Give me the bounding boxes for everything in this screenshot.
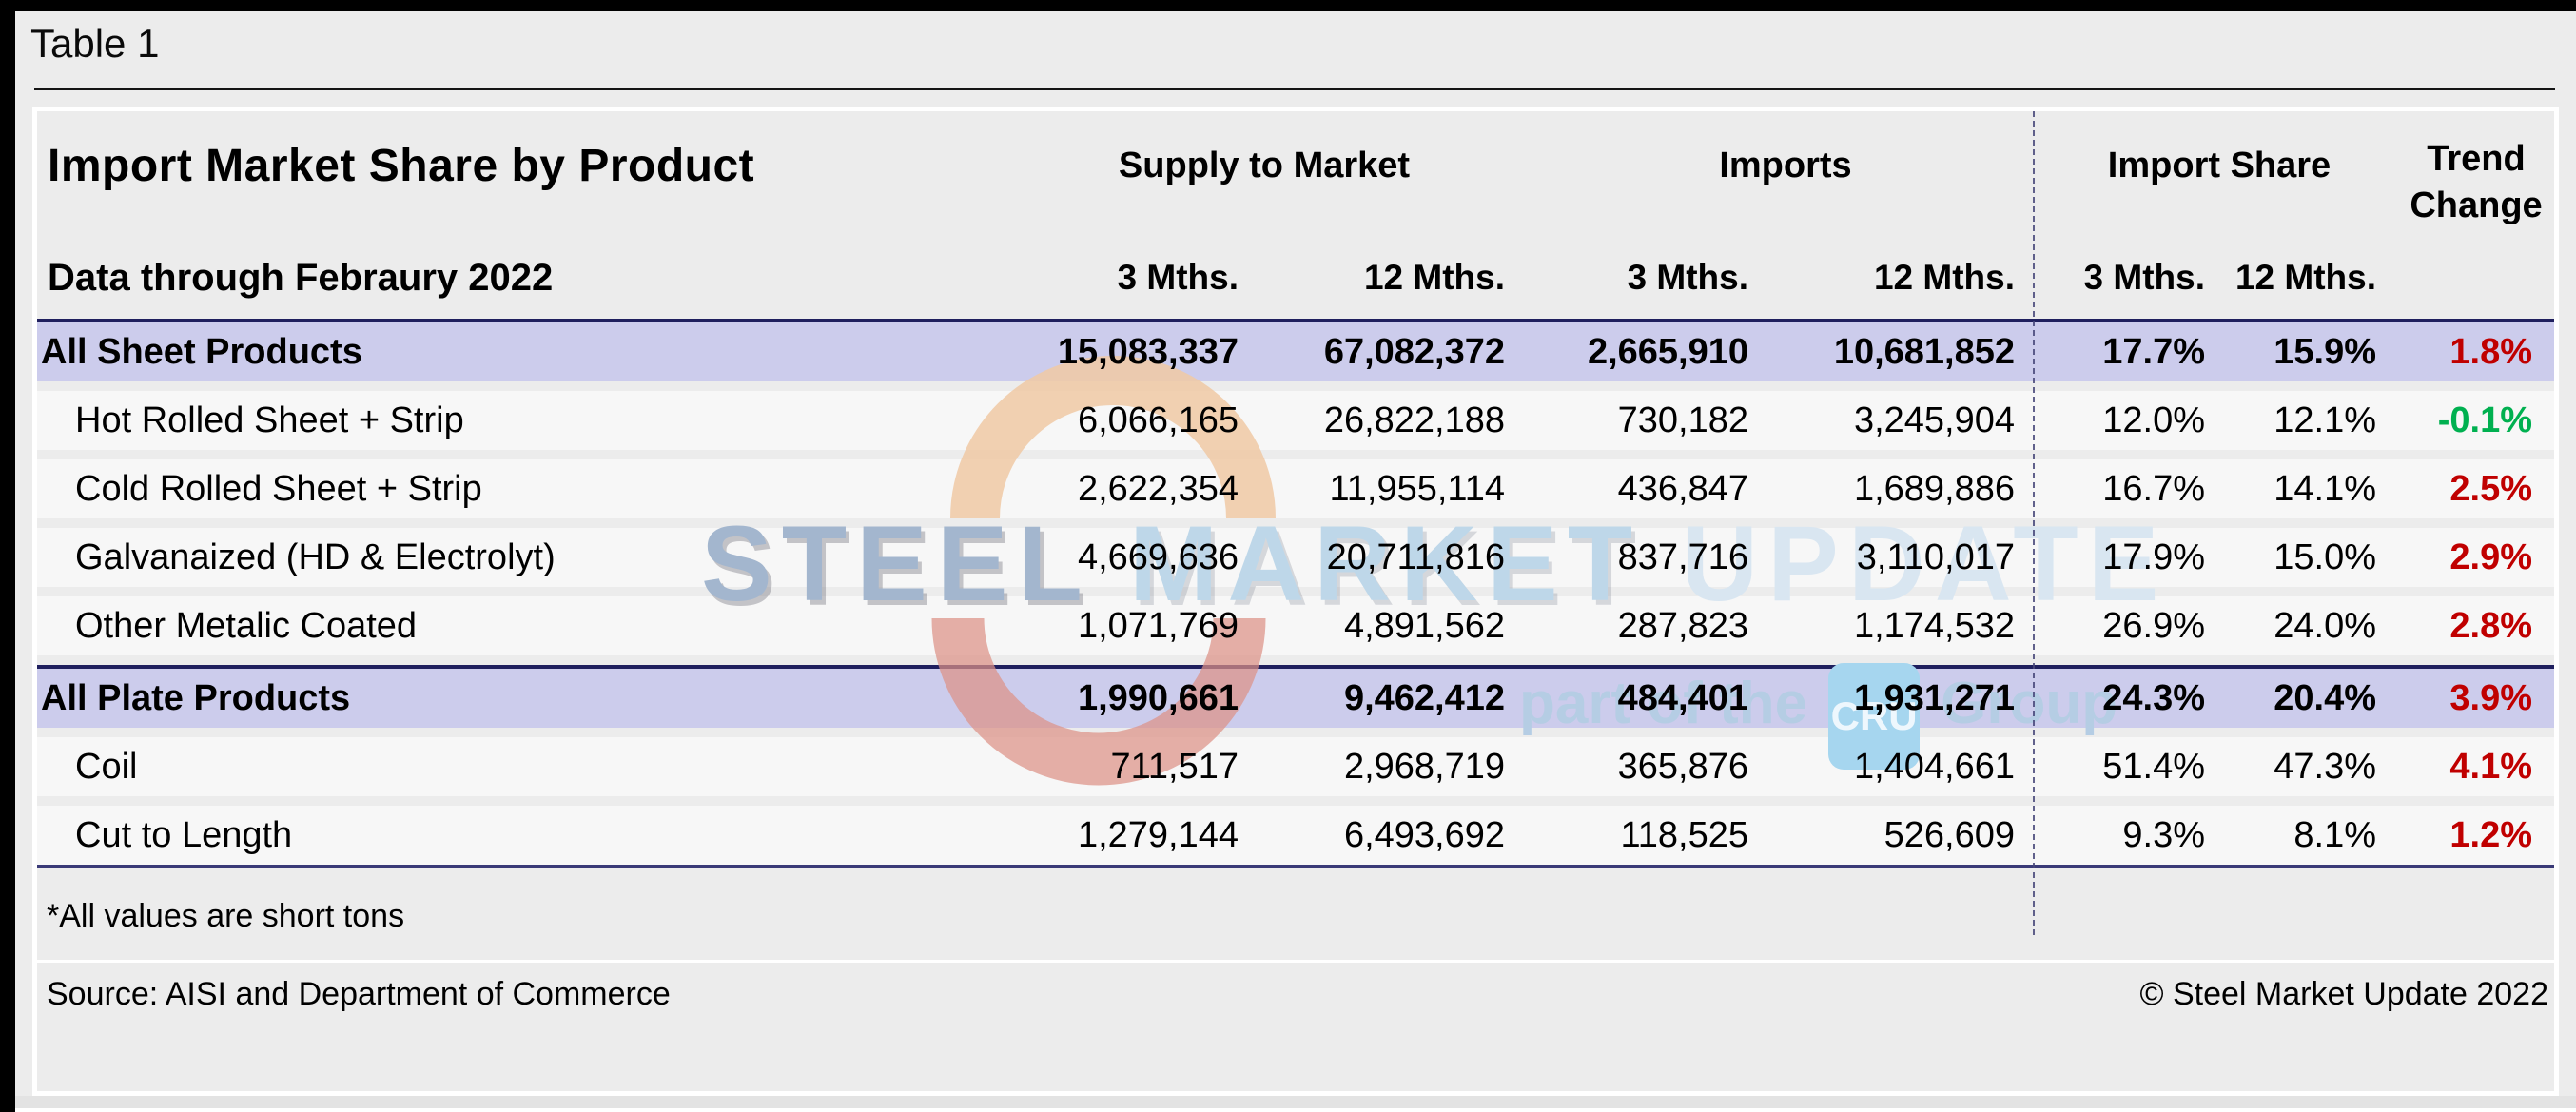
cell-share-12mths: 20.4% bbox=[2227, 678, 2398, 719]
cell-trend-change: 2.5% bbox=[2398, 469, 2554, 510]
cell-trend-change: 1.2% bbox=[2398, 815, 2554, 856]
row-label: Other Metalic Coated bbox=[37, 606, 931, 647]
cell-supply-3mths: 1,990,661 bbox=[931, 678, 1264, 719]
source-text: Source: AISI and Department of Commerce bbox=[47, 976, 671, 1013]
cell-trend-change: 4.1% bbox=[2398, 747, 2554, 788]
cell-share-12mths: 14.1% bbox=[2227, 469, 2398, 510]
cell-share-12mths: 12.1% bbox=[2227, 400, 2398, 441]
column-group-import-share: Import Share bbox=[2040, 111, 2398, 257]
cell-share-12mths: 8.1% bbox=[2227, 815, 2398, 856]
cell-imports-3mths: 287,823 bbox=[1531, 606, 1774, 647]
cell-imports-3mths: 484,401 bbox=[1531, 678, 1774, 719]
table-row-all-plate-products: All Plate Products 1,990,661 9,462,412 4… bbox=[37, 665, 2554, 728]
cell-supply-12mths: 26,822,188 bbox=[1264, 400, 1531, 441]
subheader-imports-12mths: 12 Mths. bbox=[1774, 258, 2040, 319]
cell-supply-12mths: 20,711,816 bbox=[1264, 537, 1531, 578]
cell-imports-3mths: 436,847 bbox=[1531, 469, 1774, 510]
cell-share-12mths: 24.0% bbox=[2227, 606, 2398, 647]
cell-imports-12mths: 1,931,271 bbox=[1774, 678, 2040, 719]
cell-imports-12mths: 1,174,532 bbox=[1774, 606, 2040, 647]
table-row-cold-rolled: Cold Rolled Sheet + Strip 2,622,354 11,9… bbox=[37, 459, 2554, 518]
cell-supply-3mths: 2,622,354 bbox=[931, 469, 1264, 510]
cell-imports-12mths: 3,245,904 bbox=[1774, 400, 2040, 441]
cell-imports-12mths: 10,681,852 bbox=[1774, 332, 2040, 373]
cell-imports-3mths: 2,665,910 bbox=[1531, 332, 1774, 373]
cell-share-3mths: 24.3% bbox=[2040, 678, 2227, 719]
left-border-bar bbox=[0, 0, 15, 1112]
table-row-hot-rolled: Hot Rolled Sheet + Strip 6,066,165 26,82… bbox=[37, 391, 2554, 450]
cell-supply-12mths: 67,082,372 bbox=[1264, 332, 1531, 373]
footnote: *All values are short tons bbox=[47, 898, 2554, 935]
cell-supply-3mths: 1,279,144 bbox=[931, 815, 1264, 856]
row-label: Hot Rolled Sheet + Strip bbox=[37, 400, 931, 441]
cell-trend-change: 2.8% bbox=[2398, 606, 2554, 647]
cell-supply-12mths: 2,968,719 bbox=[1264, 747, 1531, 788]
table-row-cut-to-length: Cut to Length 1,279,144 6,493,692 118,52… bbox=[37, 806, 2554, 868]
cell-supply-3mths: 6,066,165 bbox=[931, 400, 1264, 441]
cell-supply-12mths: 11,955,114 bbox=[1264, 469, 1531, 510]
subheader-imports-3mths: 3 Mths. bbox=[1531, 258, 1774, 319]
cell-supply-3mths: 15,083,337 bbox=[931, 332, 1264, 373]
cell-imports-12mths: 1,689,886 bbox=[1774, 469, 2040, 510]
cell-trend-change: 2.9% bbox=[2398, 537, 2554, 578]
table-label: Table 1 bbox=[30, 21, 159, 67]
cell-imports-3mths: 118,525 bbox=[1531, 815, 1774, 856]
cell-imports-3mths: 365,876 bbox=[1531, 747, 1774, 788]
header-rule bbox=[34, 88, 2555, 90]
cell-imports-3mths: 730,182 bbox=[1531, 400, 1774, 441]
cell-share-3mths: 17.9% bbox=[2040, 537, 2227, 578]
cell-supply-12mths: 9,462,412 bbox=[1264, 678, 1531, 719]
cell-share-3mths: 9.3% bbox=[2040, 815, 2227, 856]
page-subtitle: Data through Febraury 2022 bbox=[37, 257, 931, 319]
cell-share-12mths: 15.0% bbox=[2227, 537, 2398, 578]
cell-supply-12mths: 4,891,562 bbox=[1264, 606, 1531, 647]
column-group-imports: Imports bbox=[1531, 111, 2040, 257]
column-group-trend-change: Trend Change bbox=[2398, 111, 2554, 257]
subheader-share-12mths: 12 Mths. bbox=[2227, 258, 2398, 319]
cell-supply-3mths: 711,517 bbox=[931, 747, 1264, 788]
trend-header-line2: Change bbox=[2398, 183, 2554, 229]
cell-share-3mths: 51.4% bbox=[2040, 747, 2227, 788]
subheader-supply-12mths: 12 Mths. bbox=[1264, 258, 1531, 319]
cell-share-3mths: 17.7% bbox=[2040, 332, 2227, 373]
row-label: Galvanaized (HD & Electrolyt) bbox=[37, 537, 931, 578]
subheader-share-3mths: 3 Mths. bbox=[2040, 258, 2227, 319]
column-group-supply: Supply to Market bbox=[931, 111, 1531, 257]
table-card: STEEL MARKET UPDATE part of the CRU Grou… bbox=[32, 107, 2559, 1096]
cell-share-3mths: 12.0% bbox=[2040, 400, 2227, 441]
cell-share-12mths: 15.9% bbox=[2227, 332, 2398, 373]
table-row-other-metallic-coated: Other Metalic Coated 1,071,769 4,891,562… bbox=[37, 596, 2554, 655]
cell-share-3mths: 26.9% bbox=[2040, 606, 2227, 647]
footer-row: Source: AISI and Department of Commerce … bbox=[37, 963, 2554, 1013]
table-header: Import Market Share by Product Data thro… bbox=[37, 111, 2554, 319]
page-title: Import Market Share by Product bbox=[37, 111, 931, 257]
copyright-text: © Steel Market Update 2022 bbox=[2139, 976, 2548, 1013]
row-label: Cold Rolled Sheet + Strip bbox=[37, 469, 931, 510]
cell-trend-change: -0.1% bbox=[2398, 400, 2554, 441]
cell-imports-3mths: 837,716 bbox=[1531, 537, 1774, 578]
subheader-supply-3mths: 3 Mths. bbox=[931, 258, 1264, 319]
table-row-galvanized: Galvanaized (HD & Electrolyt) 4,669,636 … bbox=[37, 528, 2554, 587]
table-row-coil: Coil 711,517 2,968,719 365,876 1,404,661… bbox=[37, 737, 2554, 796]
cell-trend-change: 1.8% bbox=[2398, 332, 2554, 373]
trend-header-line1: Trend bbox=[2398, 136, 2554, 183]
top-border-bar bbox=[0, 0, 2576, 11]
cell-supply-3mths: 4,669,636 bbox=[931, 537, 1264, 578]
row-label: All Plate Products bbox=[37, 678, 931, 719]
cell-share-3mths: 16.7% bbox=[2040, 469, 2227, 510]
cell-supply-3mths: 1,071,769 bbox=[931, 606, 1264, 647]
bottom-margin-strip bbox=[15, 1096, 2576, 1112]
row-label: All Sheet Products bbox=[37, 332, 931, 373]
cell-trend-change: 3.9% bbox=[2398, 678, 2554, 719]
row-label: Cut to Length bbox=[37, 815, 931, 856]
cell-imports-12mths: 1,404,661 bbox=[1774, 747, 2040, 788]
cell-share-12mths: 47.3% bbox=[2227, 747, 2398, 788]
row-label: Coil bbox=[37, 747, 931, 788]
table-row-all-sheet-products: All Sheet Products 15,083,337 67,082,372… bbox=[37, 319, 2554, 381]
cell-imports-12mths: 526,609 bbox=[1774, 815, 2040, 856]
cell-imports-12mths: 3,110,017 bbox=[1774, 537, 2040, 578]
cell-supply-12mths: 6,493,692 bbox=[1264, 815, 1531, 856]
